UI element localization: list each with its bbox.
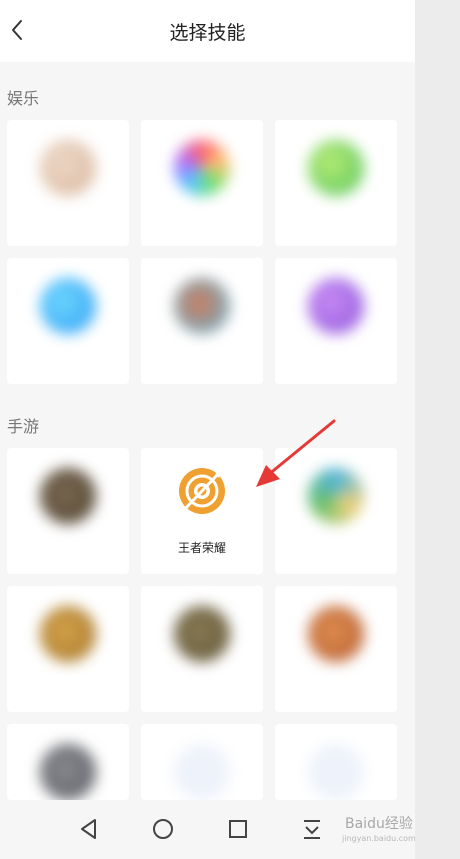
skill-card[interactable] xyxy=(275,586,397,712)
skill-logo xyxy=(40,278,96,334)
red-arrow-annotation xyxy=(256,419,336,487)
skill-name xyxy=(141,675,263,689)
skill-logo xyxy=(40,744,96,800)
skill-card[interactable] xyxy=(7,258,129,384)
skill-logo xyxy=(308,744,364,800)
skill-name xyxy=(275,347,397,361)
skill-card-featured[interactable]: 王者荣耀 xyxy=(141,448,263,574)
nav-pulldown-button[interactable] xyxy=(297,814,327,844)
skill-card[interactable] xyxy=(275,724,397,800)
skill-card[interactable] xyxy=(141,586,263,712)
skill-name xyxy=(141,347,263,361)
skill-logo xyxy=(308,278,364,334)
skill-logo xyxy=(40,606,96,662)
right-margin xyxy=(415,0,460,859)
nav-home-button[interactable] xyxy=(148,814,178,844)
nav-recents-button[interactable] xyxy=(223,814,253,844)
baidu-watermark: Baidu经验 xyxy=(345,816,413,832)
skill-logo xyxy=(174,606,230,662)
skill-name xyxy=(275,537,397,551)
skill-name xyxy=(141,209,263,223)
skill-name xyxy=(7,675,129,689)
honor-of-kings-icon xyxy=(177,466,227,516)
page-title: 选择技能 xyxy=(169,22,246,44)
home-circle-icon xyxy=(153,819,173,839)
skill-name xyxy=(275,209,397,223)
skill-card[interactable] xyxy=(141,258,263,384)
skill-logo xyxy=(40,140,96,196)
skill-card[interactable] xyxy=(7,120,129,246)
skill-name xyxy=(7,347,129,361)
skill-logo xyxy=(174,140,230,196)
skill-logo xyxy=(308,606,364,662)
skill-card[interactable] xyxy=(7,448,129,574)
skill-logo xyxy=(40,468,96,524)
skill-name-featured: 王者荣耀 xyxy=(177,541,226,555)
baidu-watermark-url: jingyan.baidu.com xyxy=(342,834,416,843)
skill-logo xyxy=(174,744,230,800)
skill-logo xyxy=(308,140,364,196)
skill-card[interactable] xyxy=(141,724,263,800)
pull-down-icon xyxy=(304,820,320,839)
skill-card[interactable] xyxy=(275,258,397,384)
header-bar: 选择技能 xyxy=(0,0,415,62)
screen: 选择技能 娱乐 手游 王者荣耀 Baidu经验 jingyan.baidu.co… xyxy=(0,0,416,859)
skill-name xyxy=(7,209,129,223)
section-title-mobile-games: 手游 xyxy=(7,417,40,436)
skill-name xyxy=(275,675,397,689)
skill-card[interactable] xyxy=(275,120,397,246)
skill-card[interactable] xyxy=(7,724,129,800)
skill-logo xyxy=(174,278,230,334)
section-title-entertainment: 娱乐 xyxy=(7,89,40,108)
skill-card[interactable] xyxy=(141,120,263,246)
nav-back-button[interactable] xyxy=(74,814,104,844)
back-triangle-icon xyxy=(81,819,96,839)
skill-card[interactable] xyxy=(7,586,129,712)
skill-name xyxy=(7,537,129,551)
recents-square-icon xyxy=(229,820,247,838)
